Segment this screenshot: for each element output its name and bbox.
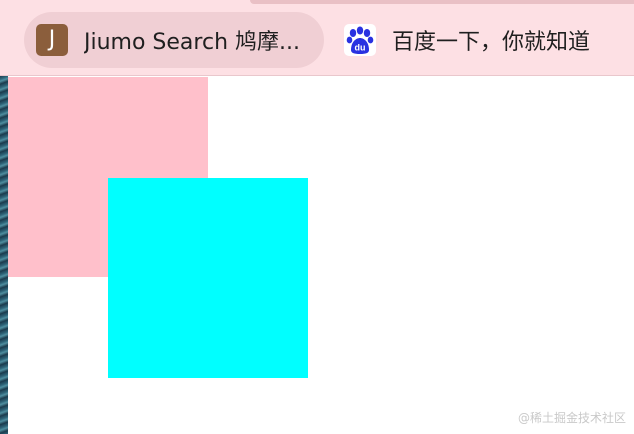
- baidu-paw-svg: du: [346, 26, 374, 54]
- jiumo-logo-letter: J: [48, 27, 56, 52]
- cyan-box: [108, 178, 308, 378]
- bookmark-label: 百度一下，你就知道: [392, 30, 591, 55]
- baidu-logo-text: du: [355, 43, 366, 53]
- bookmark-baidu[interactable]: du 百度一下，你就知道: [344, 12, 634, 68]
- bookmark-jiumo-search[interactable]: J Jiumo Search 鸠摩...: [24, 12, 324, 68]
- bookmarks-bar: J Jiumo Search 鸠摩... du 百度一下，你就知道: [0, 0, 634, 76]
- bookmark-label: Jiumo Search 鸠摩...: [84, 30, 300, 55]
- watermark: @稀土掘金技术社区: [517, 411, 626, 425]
- tab-strip-edge: [250, 0, 634, 4]
- desktop-wallpaper-strip: [0, 76, 8, 434]
- jiumo-logo-icon: J: [36, 24, 68, 56]
- baidu-paw-icon: du: [344, 24, 376, 56]
